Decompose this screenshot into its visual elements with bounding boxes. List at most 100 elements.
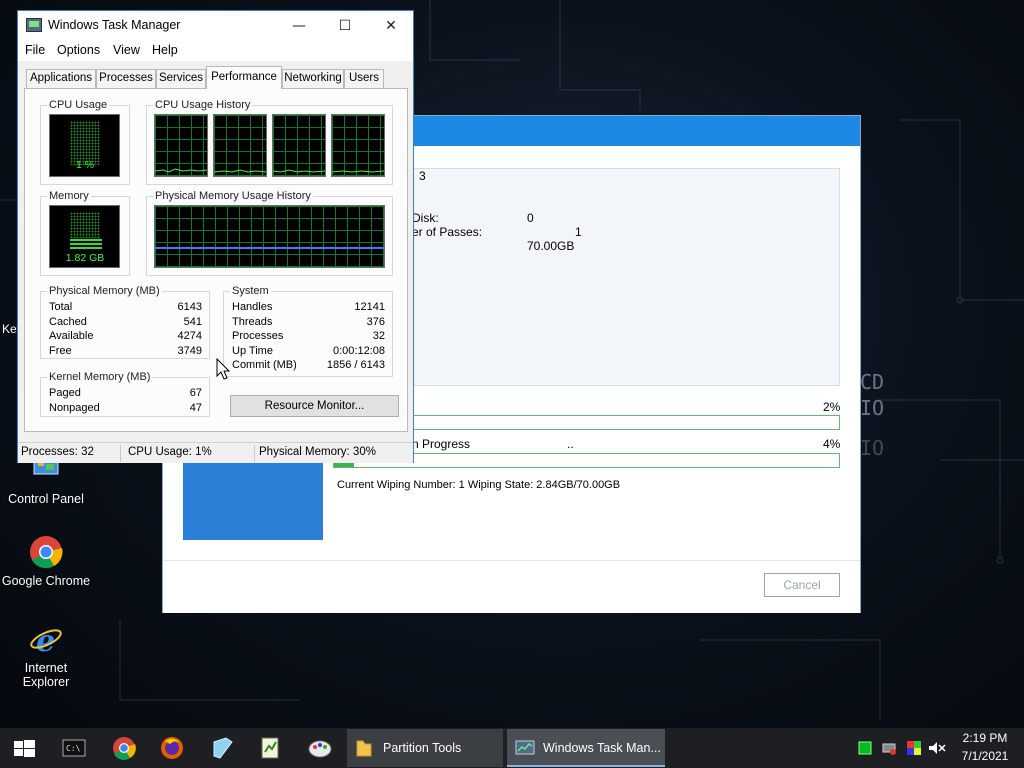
menu-view[interactable]: View [113, 43, 140, 57]
stat-value: 376 [366, 316, 385, 328]
stat-key: Free [49, 345, 72, 357]
kernel-memory-group: Kernel Memory (MB) Paged 67 Nonpaged 47 [40, 371, 210, 417]
taskbar-app-3d[interactable] [206, 732, 238, 764]
memory-value: 1.82 GB [65, 252, 105, 264]
status-memory: Physical Memory: 30% [259, 446, 376, 458]
tab-services[interactable]: Services [156, 69, 206, 88]
tab-users[interactable]: Users [344, 69, 384, 88]
stat-key: Processes [232, 330, 284, 342]
volume-muted-icon[interactable] [928, 741, 946, 755]
stat-value: 3749 [177, 345, 202, 357]
progress2-label: n Progress [412, 437, 471, 451]
taskbar-paint[interactable] [304, 732, 336, 764]
desktop-icon-internet-explorer[interactable]: e Internet Explorer [0, 621, 92, 689]
color-tray-icon[interactable] [906, 740, 922, 756]
cpu-usage-group: CPU Usage 1 % [40, 99, 130, 185]
kernel-memory-label: Kernel Memory (MB) [47, 371, 153, 383]
stat-value: 32 [372, 330, 385, 342]
maximize-button[interactable]: ☐ [322, 11, 368, 41]
memory-history-label: Physical Memory Usage History [153, 190, 313, 202]
wipe-footer [163, 560, 860, 613]
kernel-memory-table: Paged 67 Nonpaged 47 [49, 387, 202, 417]
start-button[interactable] [8, 732, 40, 764]
clock-time: 2:19 PM [962, 731, 1008, 745]
stat-value: 47 [189, 402, 202, 414]
system-group: System Handles 12141 Threads 376 Process… [223, 285, 393, 377]
window-title: Windows Task Manager [48, 18, 181, 32]
cpu-history-graph [272, 114, 326, 177]
progress2-dots: .. [567, 437, 574, 451]
cpu-history-line [154, 168, 208, 173]
cancel-button[interactable]: Cancel [764, 573, 840, 597]
performance-panel: CPU Usage 1 % CPU Usage History Memory 1… [24, 88, 408, 432]
progress2-percent: 4% [823, 437, 841, 451]
taskbar-firefox[interactable] [156, 732, 188, 764]
passes-value: 1 [575, 225, 582, 239]
memory-meter-fill [70, 247, 102, 249]
clock[interactable]: 2:19 PM 7/1/2021 [955, 728, 1015, 768]
physical-memory-label: Physical Memory (MB) [47, 285, 162, 297]
windows-logo-icon [14, 740, 35, 757]
taskbar-notepad[interactable] [254, 732, 286, 764]
memory-meter: 1.82 GB [49, 205, 120, 268]
memory-group: Memory 1.82 GB [40, 190, 130, 276]
taskbar-partition-tools[interactable]: Partition Tools [347, 729, 503, 767]
status-bar: Processes: 32 CPU Usage: 1% Physical Mem… [18, 442, 413, 463]
close-button[interactable]: ✕ [368, 11, 414, 41]
stat-key: Paged [49, 387, 81, 399]
stat-key: Available [49, 330, 94, 342]
memory-history-group: Physical Memory Usage History [146, 190, 393, 276]
taskbar-button-label: Partition Tools [383, 741, 462, 755]
menu-file[interactable]: File [25, 43, 45, 57]
tab-networking[interactable]: Networking [282, 69, 344, 88]
stat-key: Threads [232, 316, 273, 328]
task-manager-titlebar[interactable]: Windows Task Manager — ☐ ✕ [18, 11, 413, 41]
clock-date: 7/1/2021 [961, 749, 1009, 763]
background-text: IO [860, 436, 885, 460]
task-manager-window: Windows Task Manager — ☐ ✕ File Options … [17, 10, 414, 463]
desktop-icon-google-chrome[interactable]: Google Chrome [0, 534, 92, 588]
tab-performance[interactable]: Performance [206, 66, 282, 89]
network-tray-icon[interactable] [882, 741, 896, 755]
menu-help[interactable]: Help [152, 43, 178, 57]
system-table: Handles 12141 Threads 376 Processes 32 U… [232, 301, 385, 375]
command-prompt-icon: C:\ [62, 739, 86, 757]
ie-icon: e [28, 621, 64, 659]
system-label: System [230, 285, 271, 297]
taskbar: C:\ Partition Tools Windows Task Man... … [0, 728, 1024, 768]
physical-memory-group: Physical Memory (MB) Total 6143 Cached 5… [40, 285, 210, 359]
memory-meter-empty [70, 212, 100, 238]
task-manager-icon [515, 740, 535, 755]
tab-processes[interactable]: Processes [96, 69, 156, 88]
stat-value: 67 [189, 387, 202, 399]
stat-value: 4274 [177, 330, 202, 342]
desktop-icon-label: Control Panel [8, 492, 84, 506]
wipe-header-number: 3 [419, 169, 426, 183]
wiping-state-text: Current Wiping Number: 1 Wiping State: 2… [337, 479, 621, 491]
task-manager-tray-icon[interactable] [858, 741, 872, 755]
status-processes: Processes: 32 [21, 446, 94, 458]
minimize-button[interactable]: — [276, 11, 322, 41]
passes-label: er of Passes: [412, 225, 483, 239]
tab-applications[interactable]: Applications [26, 69, 96, 88]
status-cpu: CPU Usage: 1% [128, 446, 212, 458]
memory-meter-fill [70, 239, 102, 241]
stat-key: Handles [232, 301, 273, 313]
background-text: CD [860, 370, 885, 394]
task-manager-icon [26, 18, 42, 32]
cpu-history-graph [213, 114, 267, 177]
taskbar-cmd[interactable]: C:\ [58, 732, 90, 764]
stat-key: Total [49, 301, 73, 313]
memory-label: Memory [47, 190, 91, 202]
memory-meter-fill [70, 243, 102, 245]
taskbar-chrome[interactable] [108, 732, 140, 764]
folder-icon [356, 740, 372, 757]
resource-monitor-button[interactable]: Resource Monitor... [230, 395, 399, 417]
stat-key: Nonpaged [49, 402, 100, 414]
menu-options[interactable]: Options [57, 43, 100, 57]
taskbar-task-manager[interactable]: Windows Task Man... [507, 729, 665, 767]
app-cube-icon [213, 737, 233, 759]
memory-history-graph [154, 205, 385, 268]
stat-value: 541 [183, 316, 202, 328]
cpu-history-graph [154, 114, 208, 177]
